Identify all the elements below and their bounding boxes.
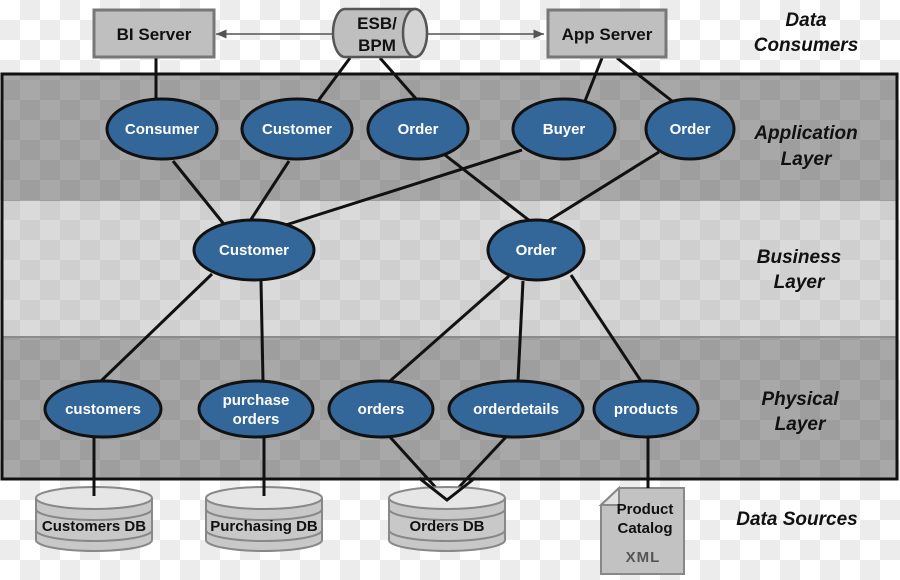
app-node-label: Consumer xyxy=(125,121,199,138)
orders-db-label: Orders DB xyxy=(409,518,484,535)
catalog-label-line1: Product xyxy=(617,501,674,518)
catalog-format-label: XML xyxy=(626,549,661,566)
physical-node-label: orders xyxy=(358,401,405,418)
architecture-diagram: BI Server ESB/ BPM App Server Data Consu… xyxy=(0,7,899,575)
app-node-label: Order xyxy=(670,121,711,138)
physical-layer-label-line2: Layer xyxy=(775,414,827,435)
physical-node-label: orderdetails xyxy=(473,401,559,418)
application-layer-label-line1: Application xyxy=(753,123,857,144)
application-layer-label-line2: Layer xyxy=(781,149,833,170)
app-node-customer[interactable]: Customer xyxy=(240,97,354,161)
customers-db-cylinder[interactable]: Customers DB xyxy=(35,486,153,552)
app-node-order-2[interactable]: Order xyxy=(644,97,736,161)
app-node-label: Order xyxy=(398,121,439,138)
orders-db-cylinder[interactable]: Orders DB xyxy=(388,486,506,552)
app-server-label: App Server xyxy=(562,25,653,44)
catalog-label-line2: Catalog xyxy=(617,520,672,537)
physical-layer-label-line1: Physical xyxy=(761,389,839,410)
physical-node-label: products xyxy=(614,401,678,418)
data-sources-label: Data Sources xyxy=(736,509,857,530)
business-layer-label-line1: Business xyxy=(757,247,841,268)
physical-node-customers[interactable]: customers xyxy=(43,379,163,439)
physical-node-products[interactable]: products xyxy=(592,379,700,439)
business-layer-band xyxy=(2,201,898,336)
business-layer-label-line2: Layer xyxy=(774,272,826,293)
esb-label-line2: BPM xyxy=(358,36,396,55)
esb-label-line1: ESB/ xyxy=(357,14,397,33)
physical-node-label-line1: purchase xyxy=(223,392,290,409)
purchasing-db-cylinder[interactable]: Purchasing DB xyxy=(205,486,323,552)
bi-server-label: BI Server xyxy=(117,25,192,44)
app-node-label: Buyer xyxy=(543,121,586,138)
esb-bpm-cylinder[interactable]: ESB/ BPM xyxy=(331,7,429,59)
physical-node-purchase-orders[interactable]: purchase orders xyxy=(197,379,315,439)
physical-node-orders[interactable]: orders xyxy=(327,379,435,439)
app-server-box[interactable]: App Server xyxy=(546,8,668,59)
physical-node-orderdetails[interactable]: orderdetails xyxy=(447,379,585,439)
purchasing-db-label: Purchasing DB xyxy=(210,518,318,535)
business-node-order[interactable]: Order xyxy=(486,218,586,282)
business-node-label: Order xyxy=(516,242,557,259)
app-node-order[interactable]: Order xyxy=(366,97,470,161)
app-node-consumer[interactable]: Consumer xyxy=(105,97,219,161)
app-node-label: Customer xyxy=(262,121,332,138)
app-node-buyer[interactable]: Buyer xyxy=(511,97,617,161)
physical-node-label-line2: orders xyxy=(233,411,280,428)
business-node-label: Customer xyxy=(219,242,289,259)
bi-server-box[interactable]: BI Server xyxy=(92,8,216,59)
product-catalog-xml-document[interactable]: Product Catalog XML xyxy=(598,485,685,575)
data-consumers-label-line1: Data xyxy=(785,10,827,31)
connector xyxy=(259,280,265,382)
business-node-customer[interactable]: Customer xyxy=(192,218,316,282)
physical-node-label: customers xyxy=(65,401,141,418)
data-consumers-label-line2: Consumers xyxy=(754,35,859,56)
customers-db-label: Customers DB xyxy=(42,518,146,535)
